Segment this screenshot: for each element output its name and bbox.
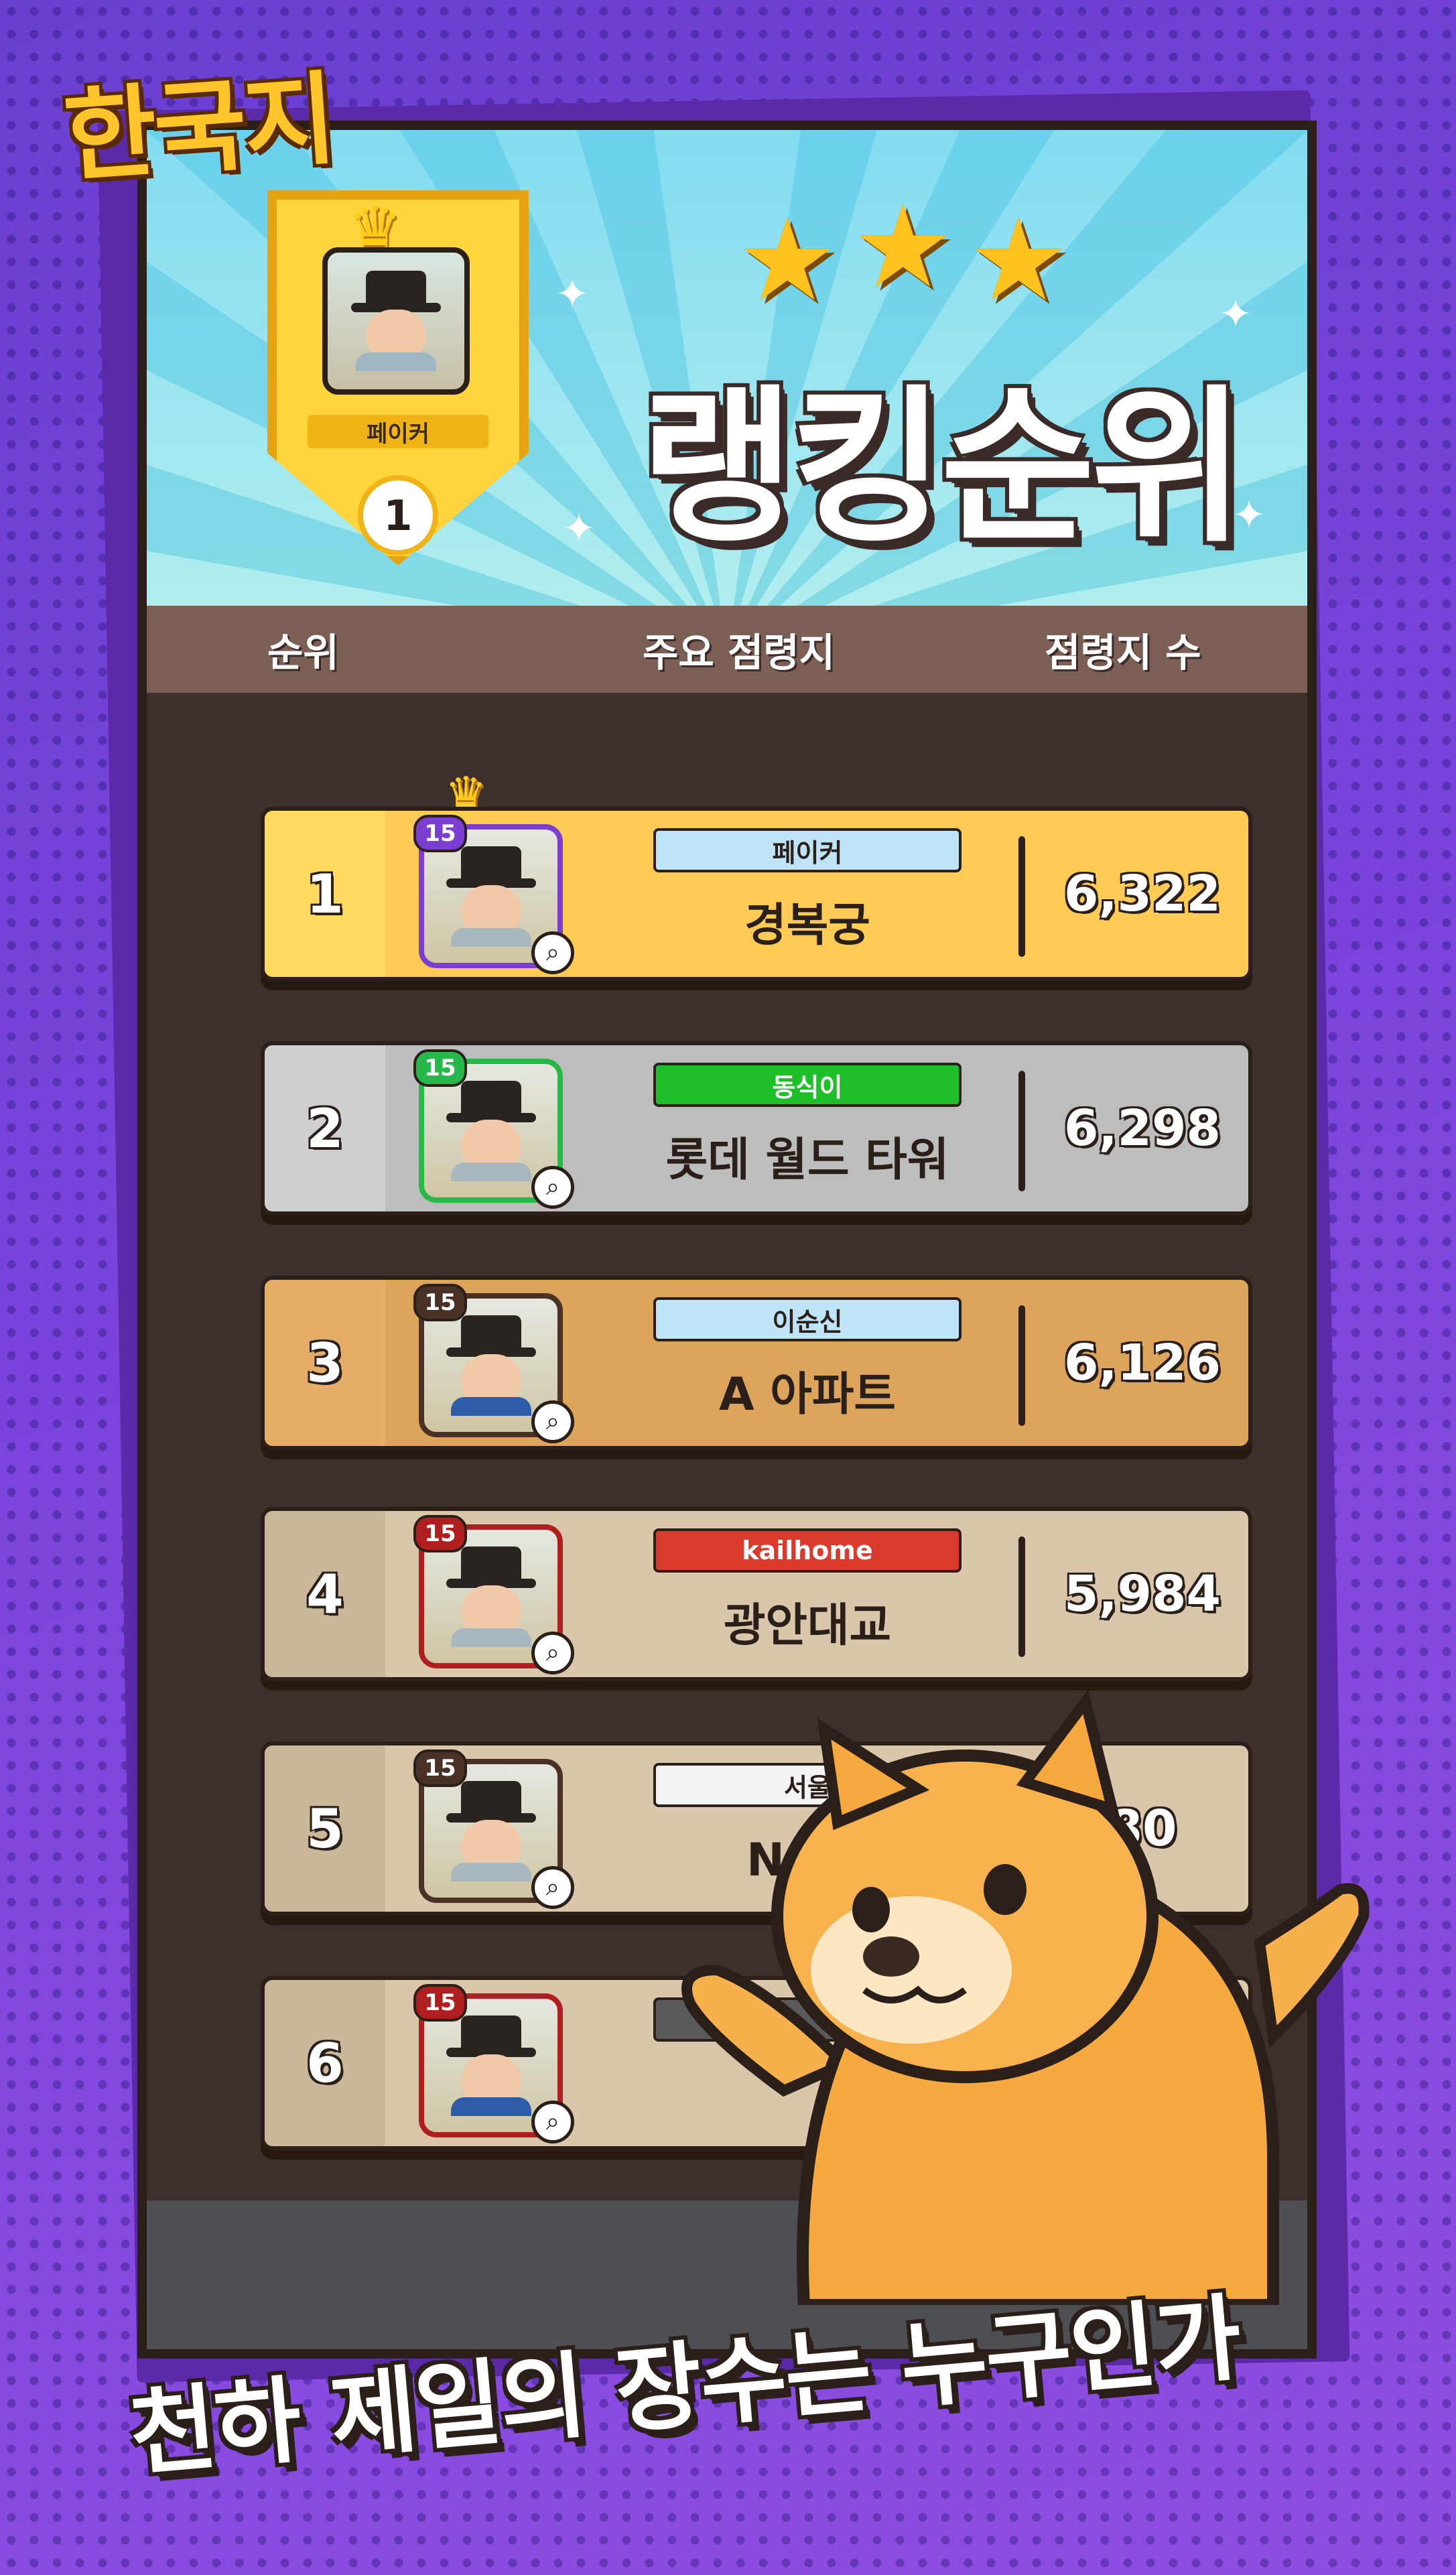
column-territory-count: 점령지 수 <box>1045 630 1201 675</box>
player-name-tag: 페이커 <box>653 828 962 872</box>
territory-count: 6,322 <box>1063 865 1221 923</box>
avatar-face-icon <box>441 846 541 947</box>
sparkle-icon: ✦ <box>555 271 590 318</box>
sparkle-icon: ✦ <box>562 505 596 552</box>
rank-number: 4 <box>265 1511 385 1677</box>
ranking-row[interactable]: 4 15 ⌕ kailhome 광안대교 5,984 <box>261 1507 1252 1681</box>
sparkle-icon: ✦ <box>1232 492 1266 539</box>
level-badge: 15 <box>413 1284 467 1321</box>
top-player-name: 페이커 <box>308 415 488 448</box>
row-divider <box>1018 1536 1025 1657</box>
column-main-territory: 주요 점령지 <box>643 630 835 675</box>
avatar-face-icon <box>441 1546 541 1647</box>
level-badge: 15 <box>413 1049 467 1087</box>
shiba-dog-mascot <box>681 1689 1370 2305</box>
territory-name: A 아파트 <box>719 1368 896 1421</box>
stars-group: ★ ★ ★ <box>736 190 1070 327</box>
rank-number: 6 <box>265 1980 385 2146</box>
avatar-face-icon <box>441 1780 541 1881</box>
territory-count: 6,126 <box>1063 1334 1221 1392</box>
top-player-avatar[interactable] <box>322 247 470 395</box>
magnifier-icon[interactable]: ⌕ <box>531 931 574 974</box>
column-header: 순위 주요 점령지 점령지 수 <box>147 606 1307 693</box>
row-divider <box>1018 1305 1025 1426</box>
level-badge: 15 <box>413 815 467 852</box>
sparkle-icon: ✦ <box>1219 291 1253 338</box>
magnifier-icon[interactable]: ⌕ <box>531 1632 574 1674</box>
rank-number: 1 <box>265 811 385 977</box>
rank-number: 2 <box>265 1045 385 1211</box>
avatar-face-icon <box>441 1315 541 1416</box>
territory-name: 경복궁 <box>744 899 870 952</box>
player-name-tag: 동식이 <box>653 1063 962 1107</box>
row-divider <box>1018 1071 1025 1191</box>
level-badge: 15 <box>413 1984 467 2022</box>
star-icon: ★ <box>736 194 839 327</box>
ranking-row[interactable]: 2 15 ⌕ 동식이 롯데 월드 타워 6,298 <box>261 1041 1252 1215</box>
ranking-row[interactable]: 1 15 ⌕ 페이커 경복궁 6,322 <box>261 807 1252 981</box>
rank-number: 3 <box>265 1280 385 1446</box>
magnifier-icon[interactable]: ⌕ <box>531 1166 574 1209</box>
column-rank: 순위 <box>267 630 339 675</box>
avatar-face-icon <box>441 1080 541 1181</box>
level-badge: 15 <box>413 1515 467 1553</box>
magnifier-icon[interactable]: ⌕ <box>531 2101 574 2143</box>
level-badge: 15 <box>413 1749 467 1787</box>
avatar-face-icon <box>346 271 446 371</box>
player-name-tag: 이순신 <box>653 1297 962 1341</box>
territory-name: 롯데 월드 타워 <box>665 1134 949 1187</box>
player-name-tag: kailhome <box>653 1528 962 1573</box>
territory-name: 광안대교 <box>723 1599 892 1652</box>
territory-count: 5,984 <box>1063 1565 1221 1623</box>
row-divider <box>1018 836 1025 957</box>
magnifier-icon[interactable]: ⌕ <box>531 1866 574 1909</box>
star-icon: ★ <box>967 194 1070 327</box>
territory-count: 6,298 <box>1063 1100 1221 1157</box>
rank-number: 5 <box>265 1745 385 1912</box>
avatar-face-icon <box>441 2015 541 2116</box>
star-icon: ★ <box>852 181 954 314</box>
magnifier-icon[interactable]: ⌕ <box>531 1400 574 1443</box>
ranking-row[interactable]: 3 15 ⌕ 이순신 A 아파트 6,126 <box>261 1276 1252 1450</box>
ranking-title: 랭킹순위 <box>641 370 1245 565</box>
game-logo: 한국지 <box>60 61 338 196</box>
top-player-rank-badge: 1 <box>358 475 438 555</box>
